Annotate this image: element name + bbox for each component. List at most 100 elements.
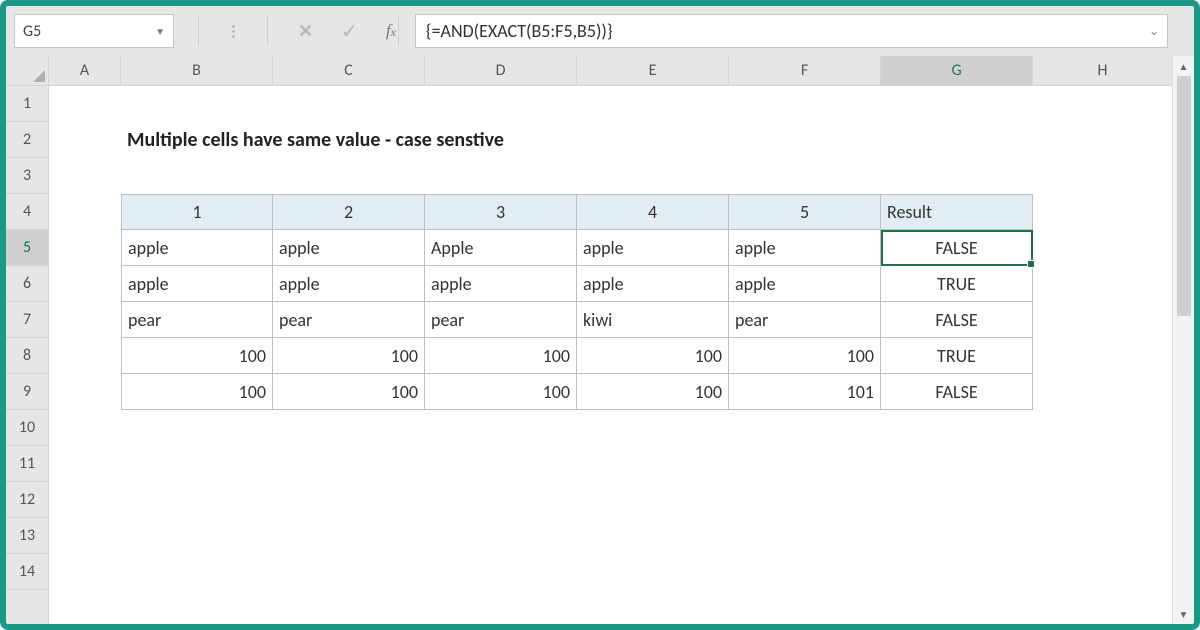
cell[interactable] [1033, 518, 1173, 554]
name-box[interactable]: G5 ▼ [14, 14, 174, 48]
cell[interactable] [425, 158, 577, 194]
cell[interactable] [1033, 446, 1173, 482]
cell[interactable] [49, 194, 121, 230]
cell[interactable] [577, 482, 729, 518]
cell[interactable] [49, 446, 121, 482]
table-cell[interactable]: apple [121, 266, 273, 302]
cell[interactable] [273, 554, 425, 590]
title-cell[interactable]: Multiple cells have same value - case se… [121, 122, 273, 158]
table-cell[interactable]: apple [729, 230, 881, 266]
table-cell[interactable]: apple [577, 230, 729, 266]
cell[interactable] [577, 554, 729, 590]
cell[interactable] [49, 158, 121, 194]
table-header[interactable]: Result [881, 194, 1033, 230]
table-cell[interactable]: apple [273, 266, 425, 302]
cell[interactable] [1033, 122, 1173, 158]
cell[interactable] [121, 158, 273, 194]
cell[interactable] [881, 122, 1033, 158]
cell[interactable] [49, 374, 121, 410]
cell[interactable] [49, 122, 121, 158]
table-cell[interactable]: kiwi [577, 302, 729, 338]
row-header[interactable]: 2 [6, 122, 48, 158]
row-header[interactable]: 13 [6, 518, 48, 554]
table-cell[interactable]: apple [577, 266, 729, 302]
table-cell[interactable]: 100 [425, 338, 577, 374]
table-cell[interactable]: 100 [121, 338, 273, 374]
cell[interactable] [49, 338, 121, 374]
cell[interactable] [425, 446, 577, 482]
cell[interactable] [881, 410, 1033, 446]
cell[interactable] [577, 518, 729, 554]
col-header[interactable]: H [1033, 56, 1173, 85]
table-cell[interactable]: pear [729, 302, 881, 338]
cell[interactable] [881, 158, 1033, 194]
cell[interactable] [425, 482, 577, 518]
cell[interactable] [1033, 86, 1173, 122]
cell[interactable] [577, 122, 729, 158]
cell[interactable] [881, 446, 1033, 482]
col-header[interactable]: B [121, 56, 273, 85]
scroll-up-icon[interactable]: ▲ [1173, 56, 1194, 76]
cell[interactable] [121, 86, 273, 122]
cell[interactable] [121, 446, 273, 482]
row-header[interactable]: 6 [6, 266, 48, 302]
cell[interactable] [49, 518, 121, 554]
cell[interactable] [49, 482, 121, 518]
cell[interactable] [121, 518, 273, 554]
row-header[interactable]: 11 [6, 446, 48, 482]
cell[interactable] [121, 410, 273, 446]
table-cell[interactable]: apple [425, 266, 577, 302]
cell[interactable] [729, 446, 881, 482]
cell[interactable] [273, 410, 425, 446]
cell[interactable] [1033, 410, 1173, 446]
fx-icon[interactable]: fx [386, 21, 396, 41]
cell[interactable] [729, 86, 881, 122]
cell[interactable] [881, 554, 1033, 590]
cell[interactable] [729, 122, 881, 158]
col-header[interactable]: E [577, 56, 729, 85]
cell[interactable] [425, 122, 577, 158]
cell[interactable] [273, 518, 425, 554]
result-cell[interactable]: TRUE [881, 338, 1033, 374]
cell-grid[interactable]: Multiple cells have same value - case se… [49, 86, 1194, 624]
result-cell[interactable]: FALSE [881, 302, 1033, 338]
cell[interactable] [1033, 194, 1173, 230]
cell[interactable] [1033, 338, 1173, 374]
cell[interactable] [881, 482, 1033, 518]
table-cell[interactable]: 100 [729, 338, 881, 374]
result-cell[interactable]: TRUE [881, 266, 1033, 302]
cell[interactable] [425, 86, 577, 122]
row-header[interactable]: 10 [6, 410, 48, 446]
cell[interactable] [1033, 266, 1173, 302]
result-cell[interactable]: FALSE [881, 374, 1033, 410]
row-header[interactable]: 8 [6, 338, 48, 374]
table-cell[interactable]: 100 [425, 374, 577, 410]
cell[interactable] [1033, 302, 1173, 338]
table-cell[interactable]: 100 [121, 374, 273, 410]
table-cell[interactable]: 100 [577, 338, 729, 374]
cell[interactable] [425, 410, 577, 446]
cell[interactable] [1033, 230, 1173, 266]
cell[interactable] [729, 554, 881, 590]
table-cell[interactable]: apple [729, 266, 881, 302]
row-header[interactable]: 4 [6, 194, 48, 230]
scrollbar-thumb[interactable] [1177, 76, 1191, 316]
cancel-icon[interactable]: ✕ [298, 20, 313, 42]
cell[interactable] [729, 410, 881, 446]
cell[interactable] [49, 302, 121, 338]
col-header[interactable]: C [273, 56, 425, 85]
row-header[interactable]: 7 [6, 302, 48, 338]
row-header[interactable]: 9 [6, 374, 48, 410]
cell[interactable] [49, 554, 121, 590]
cell[interactable] [577, 410, 729, 446]
table-cell[interactable]: pear [121, 302, 273, 338]
table-cell[interactable]: 100 [273, 374, 425, 410]
table-cell[interactable]: Apple [425, 230, 577, 266]
enter-icon[interactable]: ✓ [341, 19, 358, 44]
cell[interactable] [273, 158, 425, 194]
cell[interactable] [1033, 158, 1173, 194]
cell[interactable] [729, 482, 881, 518]
cell[interactable] [49, 86, 121, 122]
col-header[interactable]: D [425, 56, 577, 85]
cell[interactable] [729, 158, 881, 194]
